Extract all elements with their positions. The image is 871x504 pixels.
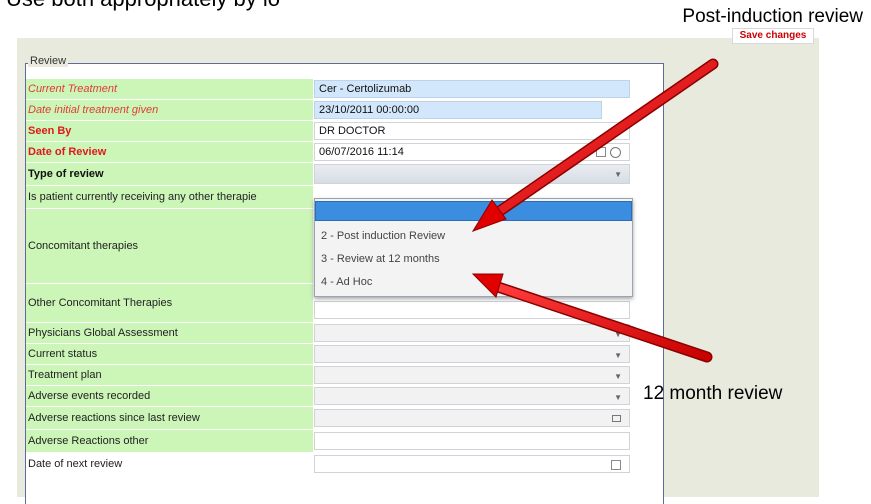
row-treatment-plan: Treatment plan ▼ bbox=[26, 365, 663, 385]
adverse-reactions-other-label: Adverse Reactions other bbox=[26, 430, 313, 452]
dropdown-option-ad-hoc[interactable]: 4 - Ad Hoc bbox=[315, 272, 632, 292]
current-treatment-field[interactable]: Cer - Certolizumab bbox=[314, 80, 630, 98]
row-date-of-review: Date of Review 06/07/2016 11:14 bbox=[26, 142, 663, 162]
twelve-month-callout: 12 month review bbox=[643, 383, 783, 404]
adverse-reactions-since-last-review-field[interactable] bbox=[314, 409, 630, 427]
other-concomitant-therapies-label: Other Concomitant Therapies bbox=[26, 284, 313, 322]
dropdown-option-blank[interactable] bbox=[315, 201, 632, 221]
type-of-review-label: Type of review bbox=[26, 163, 313, 185]
date-of-review-field[interactable]: 06/07/2016 11:14 bbox=[314, 143, 630, 161]
row-seen-by: Seen By DR DOCTOR bbox=[26, 121, 663, 141]
heading-fragment: Use both appropriately by lo bbox=[6, 0, 280, 12]
chevron-down-icon: ▼ bbox=[614, 393, 622, 402]
treatment-plan-label: Treatment plan bbox=[26, 365, 313, 385]
seen-by-field[interactable]: DR DOCTOR bbox=[314, 122, 630, 140]
other-therapies-label: Is patient currently receiving any other… bbox=[26, 186, 313, 208]
date-of-next-review-label: Date of next review bbox=[26, 453, 313, 475]
list-icon[interactable] bbox=[612, 415, 621, 422]
treatment-plan-select[interactable]: ▼ bbox=[314, 366, 630, 384]
chevron-down-icon: ▼ bbox=[614, 330, 622, 339]
row-current-status: Current status ▼ bbox=[26, 344, 663, 364]
adverse-events-recorded-label: Adverse events recorded bbox=[26, 386, 313, 406]
current-status-label: Current status bbox=[26, 344, 313, 364]
adverse-reactions-since-last-review-label: Adverse reactions since last review bbox=[26, 407, 313, 429]
physicians-global-assessment-label: Physicians Global Assessment bbox=[26, 323, 313, 343]
date-of-next-review-field[interactable] bbox=[314, 455, 630, 473]
type-of-review-dropdown: 2 - Post induction Review 3 - Review at … bbox=[314, 198, 633, 297]
date-initial-treatment-field[interactable]: 23/10/2011 00:00:00 bbox=[314, 101, 602, 119]
type-of-review-select[interactable]: ▼ bbox=[314, 164, 630, 184]
chevron-down-icon: ▼ bbox=[614, 351, 622, 360]
row-date-initial-treatment: Date initial treatment given 23/10/2011 … bbox=[26, 100, 663, 120]
date-initial-treatment-label: Date initial treatment given bbox=[26, 100, 313, 120]
row-date-of-next-review: Date of next review bbox=[26, 453, 663, 475]
seen-by-label: Seen By bbox=[26, 121, 313, 141]
row-current-treatment: Current Treatment Cer - Certolizumab bbox=[26, 79, 663, 99]
current-status-select[interactable]: ▼ bbox=[314, 345, 630, 363]
date-of-review-value: 06/07/2016 11:14 bbox=[319, 146, 404, 158]
row-physicians-global-assessment: Physicians Global Assessment ▼ bbox=[26, 323, 663, 343]
dropdown-option-12-months[interactable]: 3 - Review at 12 months bbox=[315, 249, 632, 269]
row-type-of-review: Type of review ▼ bbox=[26, 163, 663, 185]
physicians-global-assessment-select[interactable]: ▼ bbox=[314, 324, 630, 342]
chevron-down-icon: ▼ bbox=[614, 170, 622, 179]
save-changes-button[interactable]: Save changes bbox=[732, 28, 814, 44]
current-treatment-label: Current Treatment bbox=[26, 79, 313, 99]
date-of-review-label: Date of Review bbox=[26, 142, 313, 162]
post-induction-callout: Post-induction review bbox=[682, 6, 863, 27]
calendar-icon[interactable] bbox=[611, 460, 621, 470]
row-adverse-reactions-other: Adverse Reactions other bbox=[26, 430, 663, 452]
calendar-icon[interactable] bbox=[596, 147, 606, 157]
chevron-down-icon: ▼ bbox=[614, 372, 622, 381]
row-adverse-events-recorded: Adverse events recorded ▼ bbox=[26, 386, 663, 406]
row-adverse-reactions-since-last-review: Adverse reactions since last review bbox=[26, 407, 663, 429]
dropdown-option-post-induction[interactable]: 2 - Post induction Review bbox=[315, 226, 632, 246]
other-concomitant-therapies-field[interactable] bbox=[314, 301, 630, 319]
concomitant-therapies-label: Concomitant therapies bbox=[26, 209, 313, 283]
adverse-events-recorded-select[interactable]: ▼ bbox=[314, 387, 630, 405]
clock-icon[interactable] bbox=[610, 147, 621, 158]
review-legend: Review bbox=[28, 55, 69, 67]
adverse-reactions-other-field[interactable] bbox=[314, 432, 630, 450]
